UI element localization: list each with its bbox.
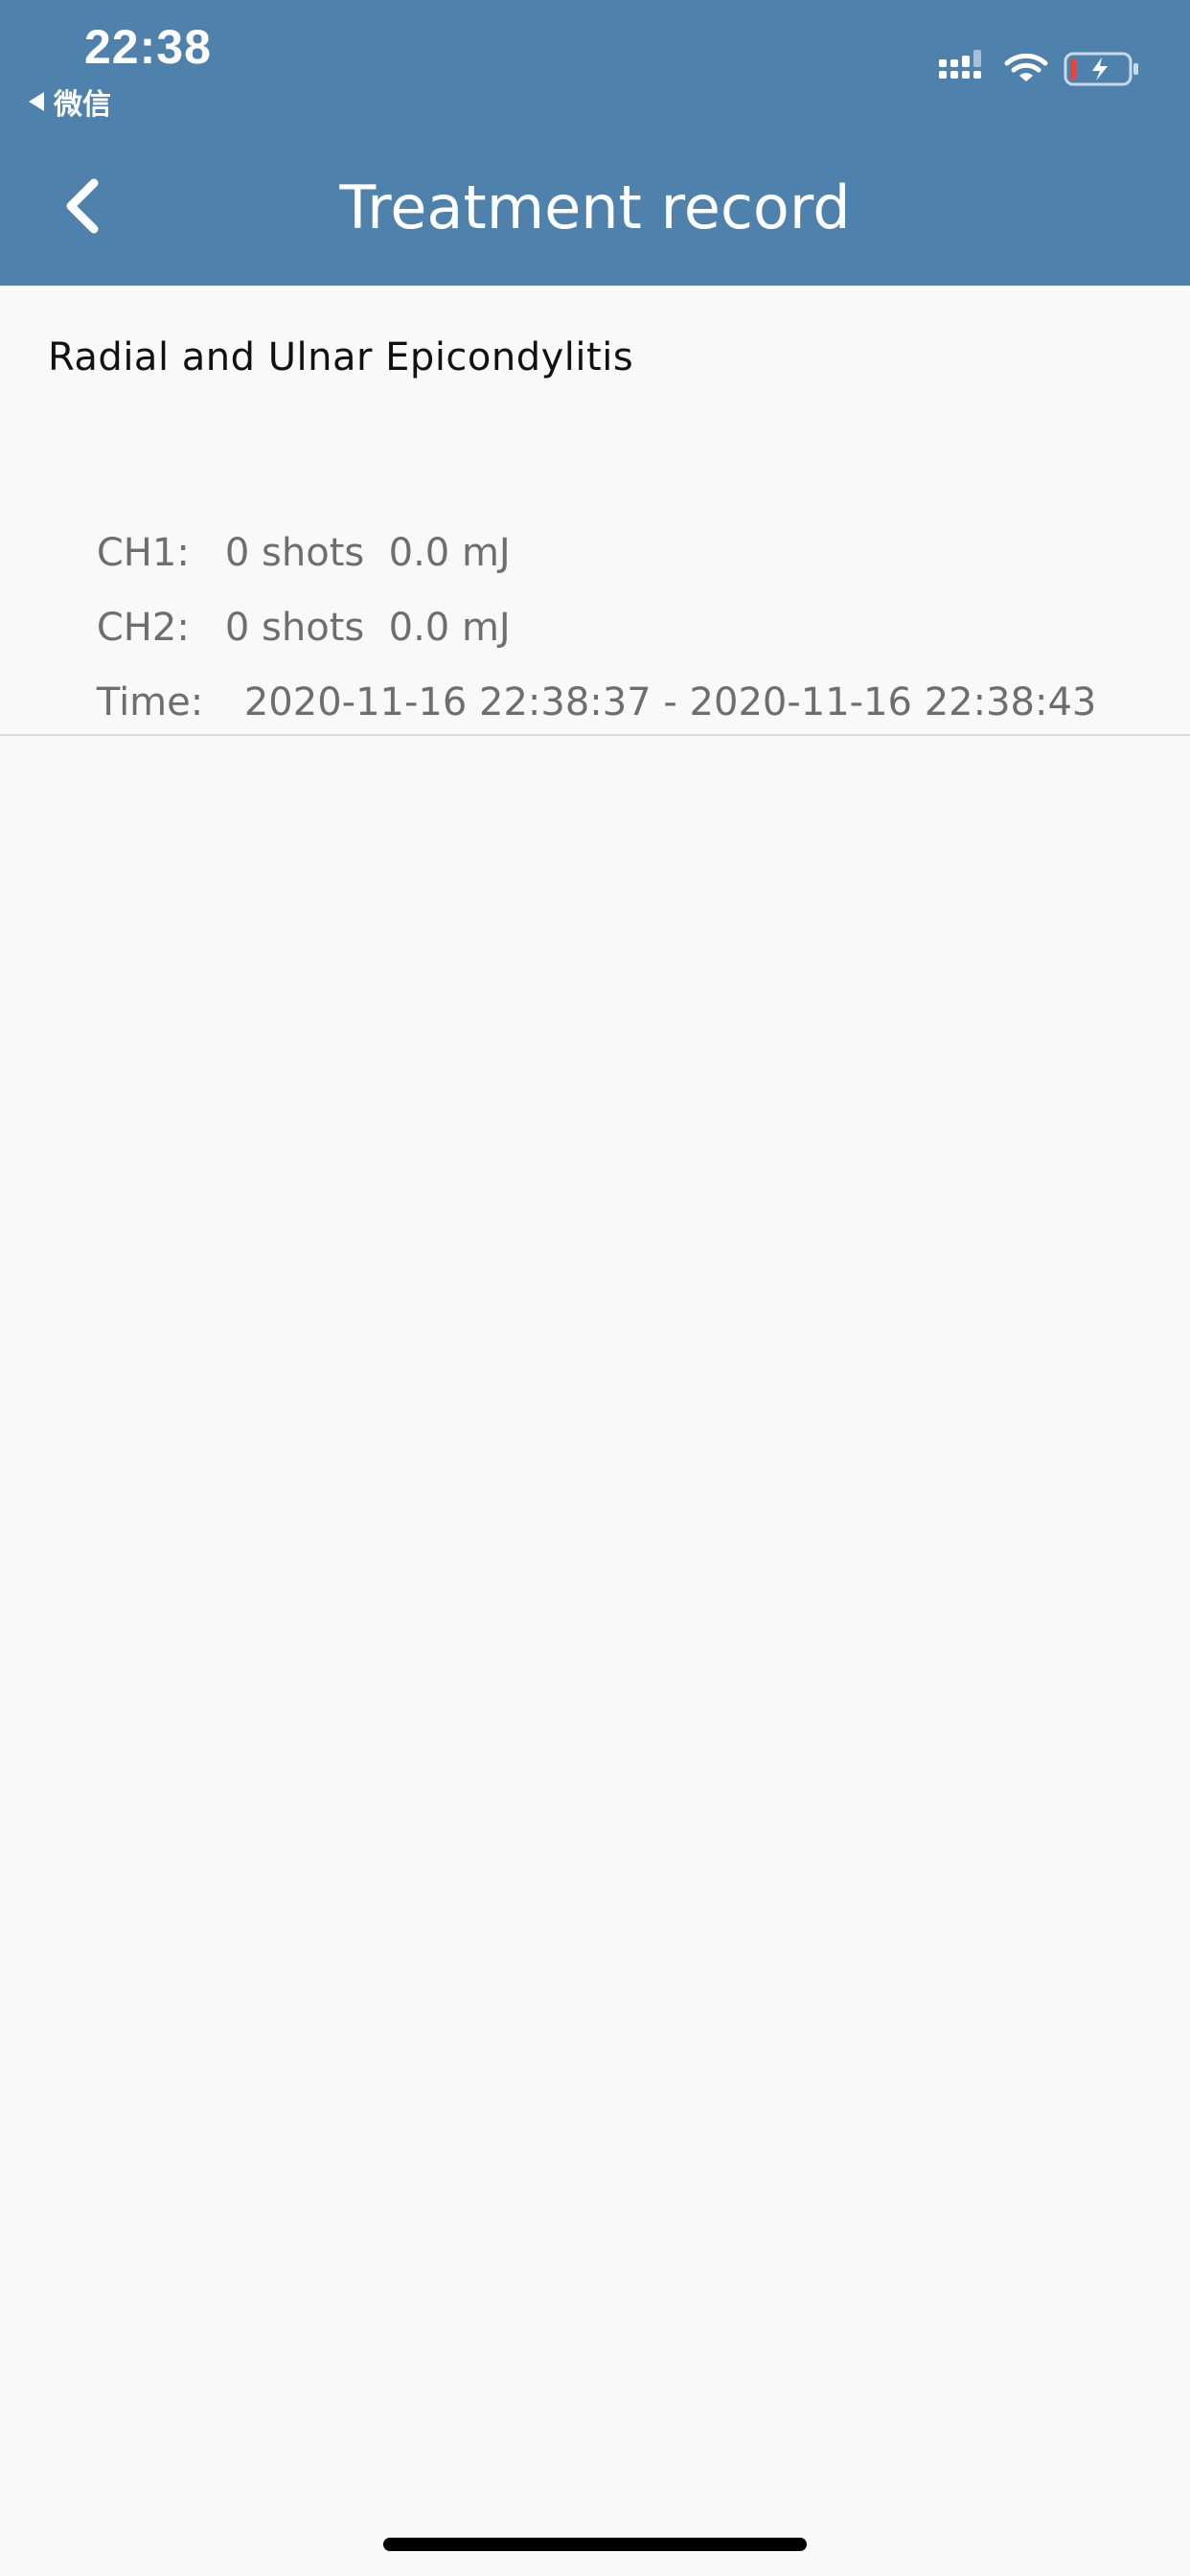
status-back-label: 微信 — [54, 88, 111, 122]
cellular-signal-icon — [939, 50, 981, 79]
back-triangle-icon — [29, 92, 44, 111]
time-label: Time: — [96, 680, 204, 724]
home-indicator[interactable] — [383, 2538, 807, 2551]
time-value: 2020-11-16 22:38:37 - 2020-11-16 22:38:4… — [243, 680, 1097, 724]
wifi-icon — [1004, 53, 1048, 81]
status-back-to-app[interactable]: 微信 — [29, 80, 111, 123]
record-title: Radial and Ulnar Epicondylitis — [48, 335, 634, 380]
page-title: Treatment record — [339, 172, 851, 242]
status-time: 22:38 — [84, 20, 212, 74]
battery-charging-icon — [1064, 52, 1138, 86]
time-row: Time: 2020-11-16 22:38:37 - 2020-11-16 22… — [48, 636, 1097, 769]
navigation-header: 22:38 微信 Treatment record — [0, 0, 1190, 286]
treatment-record-item[interactable]: Radial and Ulnar Epicondylitis CH1: 0 sho… — [0, 286, 1190, 736]
